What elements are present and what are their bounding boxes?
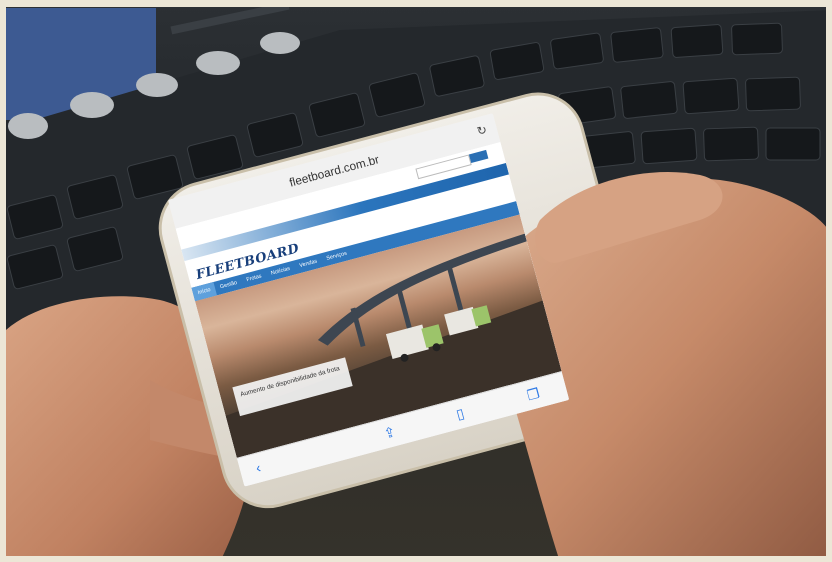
site-search-button[interactable]	[468, 149, 489, 164]
keyboard-slider	[170, 1, 290, 35]
bookmarks-icon[interactable]: ▯	[454, 405, 466, 423]
share-icon[interactable]: ⇪	[382, 423, 398, 442]
tabs-icon[interactable]: ❐	[525, 385, 541, 404]
back-icon[interactable]: ‹	[254, 459, 263, 475]
photo: fleetboard.com.br ↻ FLEETBOARD Início Ge…	[0, 0, 832, 562]
